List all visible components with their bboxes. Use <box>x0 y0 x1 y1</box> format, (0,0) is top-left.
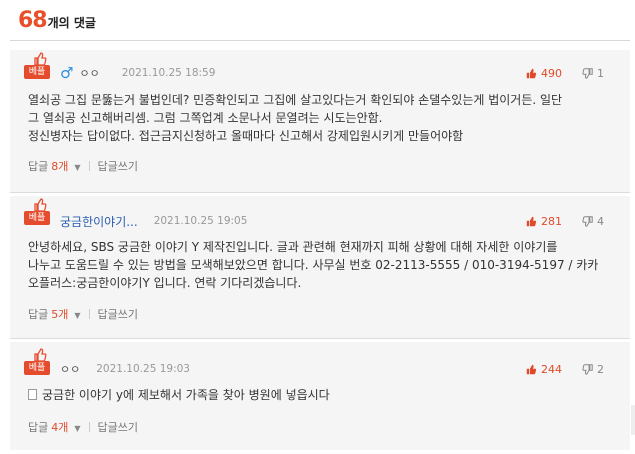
best-badge: 베플 <box>24 198 56 228</box>
thumbs-up-icon <box>34 198 47 212</box>
reply-label: 답글 <box>28 421 49 434</box>
thumbs-up-icon <box>526 216 537 226</box>
reply-count: 5개 <box>51 308 69 321</box>
comment-line: 그 열쇠공 신고해버리셈. 그럼 그쪽업계 소문나서 문열려는 시도는안함. <box>28 111 383 125</box>
reply-label: 답글 <box>28 308 49 321</box>
comment-line: 안녕하세요, SBS 궁금한 이야기 Y 제작진입니다. 글과 관련해 현재까지… <box>28 240 558 254</box>
comment-line-text: 궁금한 이야기 y에 제보해서 가족을 찾아 병원에 넣읍시다 <box>42 388 330 402</box>
divider <box>10 40 630 41</box>
reply-toggle[interactable]: 답글 4개 ▼ <box>28 419 81 435</box>
comment-count: 68 <box>18 8 48 33</box>
best-badge: 베플 <box>24 52 56 82</box>
best-label: 베플 <box>24 361 50 375</box>
upvote-count: 244 <box>541 362 562 376</box>
thumbs-down-icon <box>582 67 593 79</box>
reply-toggle[interactable]: 답글 5개 ▼ <box>28 306 81 322</box>
thumbs-up-icon <box>526 364 537 374</box>
comment-date: 2021.10.25 19:05 <box>153 215 248 227</box>
comment-footer: 답글 8개 ▼ 답글쓰기 <box>28 158 138 174</box>
comment-count-suffix: 개의 댓글 <box>47 16 96 30</box>
divider <box>88 422 90 432</box>
upvote-button[interactable]: 490 <box>526 67 562 80</box>
comment-footer: 답글 5개 ▼ 답글쓰기 <box>28 306 138 322</box>
comment-line: 열쇠공 그집 문뚫는거 불법인데? 민증확인되고 그집에 살고있다는거 확인되야… <box>28 93 563 107</box>
author-row: 궁금한이야기... 2021.10.25 19:05 <box>60 212 247 230</box>
comment-line: 정신병자는 답이없다. 접근금지신청하고 올때마다 신고해서 강제입원시키게 만… <box>28 129 464 143</box>
downvote-count: 2 <box>597 362 604 376</box>
comments-header: 68 개의 댓글 <box>18 8 96 38</box>
downvote-count: 4 <box>597 214 604 228</box>
downvote-button[interactable]: 1 <box>582 67 604 80</box>
best-label: 베플 <box>24 211 50 225</box>
comment-body: 열쇠공 그집 문뚫는거 불법인데? 민증확인되고 그집에 살고있다는거 확인되야… <box>28 91 628 145</box>
author-row: ㅇㅇ 2021.10.25 19:03 <box>60 360 190 378</box>
thumbs-down-icon <box>582 215 593 227</box>
divider <box>10 192 630 193</box>
thumbs-up-icon <box>526 68 537 78</box>
comment-item: 베플 ㅇㅇ 2021.10.25 19:03 244 2 궁금한 이야기 y에 … <box>10 342 630 450</box>
reply-toggle[interactable]: 답글 8개 ▼ <box>28 158 81 174</box>
comment-line: 오플러스:궁금한이야기Y 입니다. 연락 기다리겠습니다. <box>28 276 302 290</box>
upvote-button[interactable]: 281 <box>526 215 562 228</box>
document-icon <box>28 389 37 400</box>
scrollbar[interactable] <box>631 405 635 435</box>
vote-box: 244 2 <box>526 360 604 378</box>
vote-box: 281 4 <box>526 212 604 230</box>
vote-box: 490 1 <box>526 64 604 82</box>
best-badge: 베플 <box>24 348 56 378</box>
comment-body: 궁금한 이야기 y에 제보해서 가족을 찾아 병원에 넣읍시다 <box>28 386 628 404</box>
write-reply-button[interactable]: 답글쓰기 <box>98 419 138 435</box>
downvote-button[interactable]: 2 <box>582 363 604 376</box>
thumbs-up-icon <box>34 52 47 66</box>
write-reply-button[interactable]: 답글쓰기 <box>98 158 138 174</box>
author-name[interactable]: ㅇㅇ <box>79 65 99 81</box>
comment-item: 베플 ♂ ㅇㅇ 2021.10.25 18:59 490 1 열쇠공 그집 문뚫… <box>10 50 630 192</box>
reply-count: 8개 <box>51 160 69 173</box>
downvote-button[interactable]: 4 <box>582 215 604 228</box>
reply-label: 답글 <box>28 160 49 173</box>
best-label: 베플 <box>24 65 50 79</box>
comment-line: 궁금한 이야기 y에 제보해서 가족을 찾아 병원에 넣읍시다 <box>28 386 628 404</box>
caret-down-icon: ▼ <box>74 311 81 320</box>
comment-footer: 답글 4개 ▼ 답글쓰기 <box>28 419 138 435</box>
downvote-count: 1 <box>597 66 604 80</box>
divider <box>88 161 90 171</box>
caret-down-icon: ▼ <box>74 163 81 172</box>
thumbs-up-icon <box>34 348 47 362</box>
comment-item: 베플 궁금한이야기... 2021.10.25 19:05 281 4 안녕하세… <box>10 196 630 338</box>
male-icon: ♂ <box>60 64 74 82</box>
comment-date: 2021.10.25 18:59 <box>121 67 216 79</box>
reply-count: 4개 <box>51 421 69 434</box>
upvote-count: 490 <box>541 66 562 80</box>
thumbs-down-icon <box>582 363 593 375</box>
comment-date: 2021.10.25 19:03 <box>96 363 190 375</box>
divider <box>88 309 90 319</box>
upvote-button[interactable]: 244 <box>526 363 562 376</box>
upvote-count: 281 <box>541 214 562 228</box>
caret-down-icon: ▼ <box>74 424 81 433</box>
write-reply-button[interactable]: 답글쓰기 <box>98 306 138 322</box>
author-row: ♂ ㅇㅇ 2021.10.25 18:59 <box>60 64 215 82</box>
comment-line: 나누고 도움드릴 수 있는 방법을 모색해보았으면 합니다. 사무실 번호 02… <box>28 258 599 272</box>
comment-body: 안녕하세요, SBS 궁금한 이야기 Y 제작진입니다. 글과 관련해 현재까지… <box>28 238 628 292</box>
author-name[interactable]: ㅇㅇ <box>60 361 80 377</box>
author-name[interactable]: 궁금한이야기... <box>60 213 138 230</box>
divider <box>10 338 630 339</box>
